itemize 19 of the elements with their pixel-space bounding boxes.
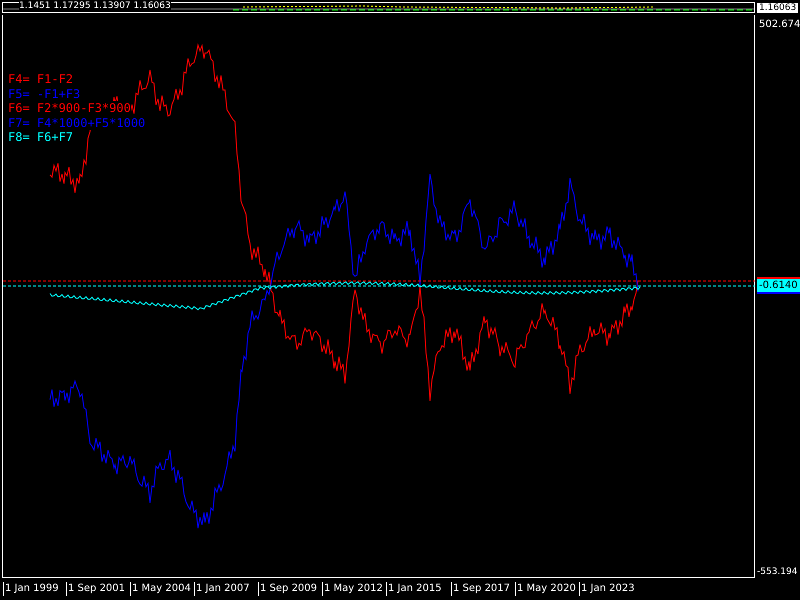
axis-label: -553.194 xyxy=(757,566,798,579)
axis-label: 1 Sep 2017 xyxy=(451,582,510,596)
axis-label: 502.674 xyxy=(759,18,800,32)
axis-label: 1 May 2012 xyxy=(322,582,383,596)
axis-label: 1 Jan 2007 xyxy=(194,582,250,596)
axis-label: 1 Jan 2015 xyxy=(386,582,442,596)
indicator-title: 1.1451 1.17295 1.13907 1.16063 xyxy=(19,1,171,12)
axis-label: 1 May 2020 xyxy=(515,582,576,596)
formula-label: F5= -F1+F3 xyxy=(8,86,80,101)
price-label: 1.16063 xyxy=(757,3,798,13)
formula-label: F6= F2*900-F3*900 xyxy=(8,101,131,116)
axis-label: 1 Sep 2001 xyxy=(66,582,126,596)
axis-label: 1 May 2004 xyxy=(130,582,191,596)
value-label: -0.6140 xyxy=(757,277,800,294)
axis-label: 1 Sep 2009 xyxy=(258,582,318,596)
formula-label: F8= F6+F7 xyxy=(8,130,74,144)
axis-label: 1 Jan 1999 xyxy=(3,582,59,596)
axis-label: 1 Jan 2023 xyxy=(579,582,635,596)
formula-label: F7= F4*1000+F5*1000 xyxy=(8,116,146,130)
